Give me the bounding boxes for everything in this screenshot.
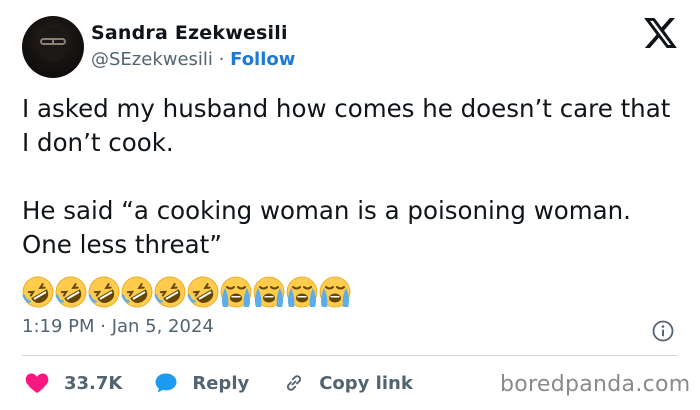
rolling-on-floor-laughing-icon xyxy=(121,276,153,308)
copy-link-label: Copy link xyxy=(319,372,413,394)
x-logo-icon[interactable] xyxy=(644,18,677,48)
divider xyxy=(22,355,678,356)
loudly-crying-icon xyxy=(319,276,351,308)
boredpanda-watermark: boredpanda.com xyxy=(500,372,691,397)
info-icon[interactable] xyxy=(652,320,674,342)
separator-dot: · xyxy=(218,49,225,70)
loudly-crying-icon xyxy=(253,276,285,308)
loudly-crying-icon xyxy=(286,276,318,308)
rolling-on-floor-laughing-icon xyxy=(88,276,120,308)
author-handle[interactable]: @SEzekwesili xyxy=(91,49,213,70)
rolling-on-floor-laughing-icon xyxy=(154,276,186,308)
link-icon xyxy=(287,375,302,391)
loudly-crying-icon xyxy=(220,276,252,308)
avatar-glasses xyxy=(40,38,66,45)
author-name[interactable]: Sandra Ezekwesili xyxy=(91,22,288,44)
action-bar: 33.7K Reply Copy link xyxy=(22,370,413,396)
rolling-on-floor-laughing-icon xyxy=(55,276,87,308)
reply-label: Reply xyxy=(192,372,250,394)
avatar-face xyxy=(39,28,67,62)
heart-icon xyxy=(25,373,49,393)
copy-link-button[interactable]: Copy link xyxy=(283,372,413,394)
like-count: 33.7K xyxy=(64,372,123,394)
emoji-row xyxy=(20,274,351,310)
follow-button[interactable]: Follow xyxy=(230,49,295,70)
handle-row: @SEzekwesili · Follow xyxy=(91,49,295,70)
rolling-on-floor-laughing-icon xyxy=(22,276,54,308)
reply-bubble-icon xyxy=(155,373,177,393)
tweet-text: I asked my husband how comes he doesn’t … xyxy=(22,94,671,259)
author-avatar[interactable] xyxy=(22,16,84,78)
like-button[interactable]: 33.7K xyxy=(25,372,122,394)
rolling-on-floor-laughing-icon xyxy=(187,276,219,308)
reply-button[interactable]: Reply xyxy=(154,372,249,394)
tweet-timestamp[interactable]: 1:19 PM · Jan 5, 2024 xyxy=(22,316,214,337)
